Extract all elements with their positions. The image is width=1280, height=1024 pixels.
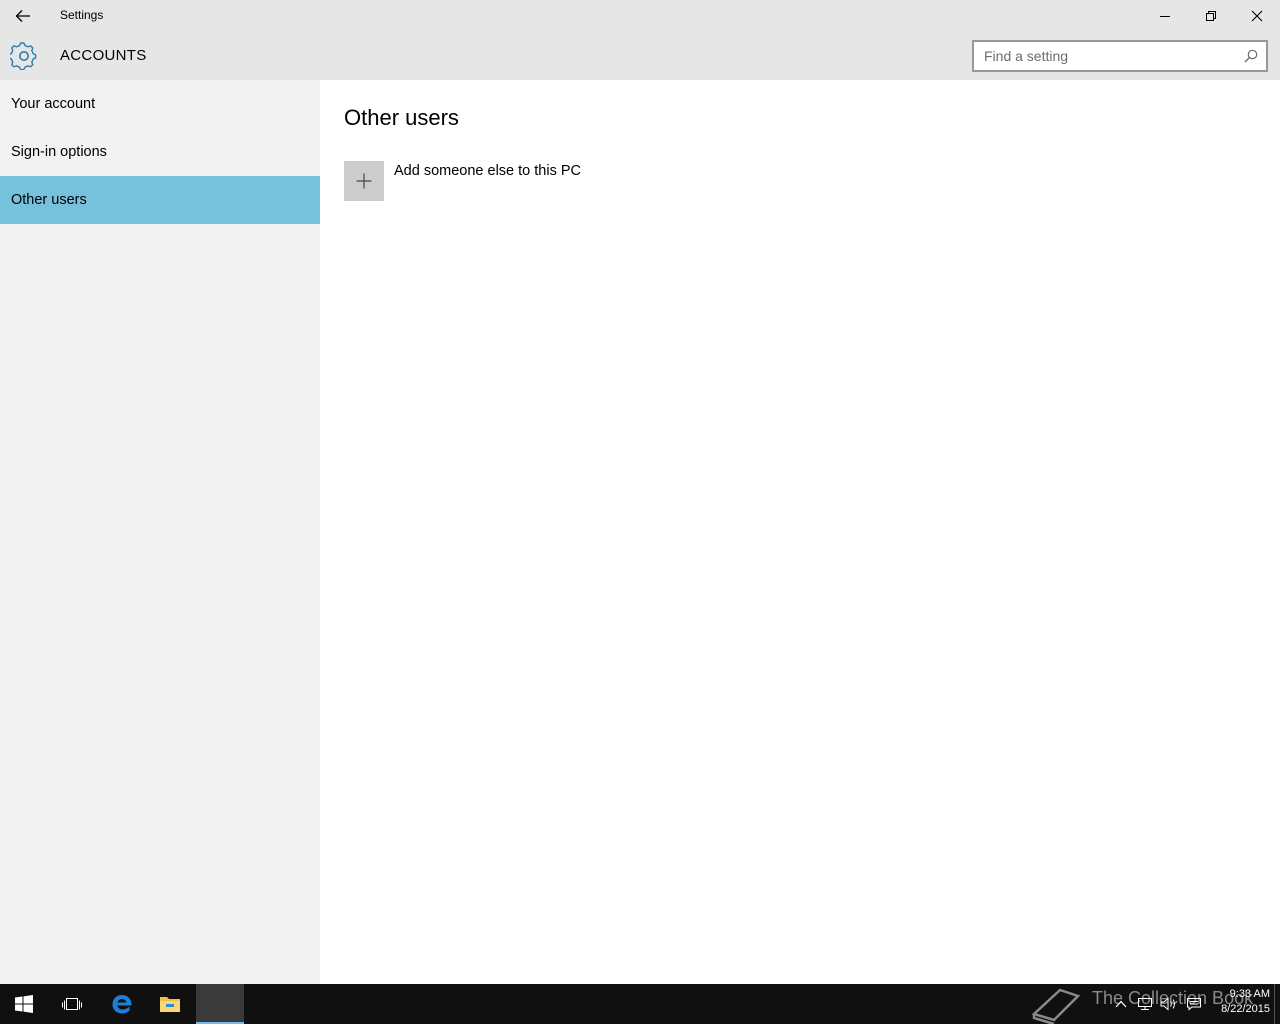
edge-icon: [112, 995, 132, 1014]
add-someone-button[interactable]: Add someone else to this PC: [344, 161, 581, 201]
chevron-up-icon: [1115, 1000, 1127, 1008]
close-icon: [1251, 10, 1263, 22]
minimize-icon: [1160, 16, 1170, 17]
volume-icon: [1160, 997, 1175, 1011]
page-title: Other users: [344, 105, 459, 130]
action-center-button[interactable]: [1182, 984, 1206, 1024]
task-view-button[interactable]: [48, 984, 96, 1024]
network-tray-button[interactable]: [1134, 984, 1156, 1024]
taskbar-clock[interactable]: 9:33 AM 8/22/2015: [1208, 987, 1270, 1017]
edge-taskbar-button[interactable]: [98, 984, 146, 1024]
sidebar-item-label: Sign-in options: [11, 144, 107, 160]
book-logo-icon: [1031, 988, 1081, 1024]
back-button[interactable]: [0, 0, 46, 32]
action-center-icon: [1187, 998, 1201, 1011]
clock-date: 8/22/2015: [1221, 1003, 1270, 1015]
search-box[interactable]: [972, 40, 1268, 72]
window-title: Settings: [60, 8, 104, 22]
add-user-label: Add someone else to this PC: [394, 163, 581, 179]
network-icon: [1138, 998, 1152, 1010]
close-button[interactable]: [1234, 0, 1280, 32]
add-user-tile[interactable]: [344, 161, 384, 201]
file-explorer-icon: [160, 997, 180, 1012]
sidebar-item-other-users[interactable]: Other users: [0, 176, 320, 224]
back-arrow-icon: [15, 10, 30, 22]
main-content: Other users Add someone else to this PC: [320, 80, 1280, 984]
title-bar: Settings: [0, 0, 1280, 32]
show-hidden-icons-button[interactable]: [1110, 984, 1132, 1024]
minimize-button[interactable]: [1142, 0, 1188, 32]
start-button[interactable]: [0, 984, 48, 1024]
sidebar-item-label: Other users: [11, 192, 87, 208]
taskbar: The Collection Book 9:33 AM 8/22/2015: [0, 984, 1280, 1024]
task-view-icon: [62, 998, 82, 1010]
restore-button[interactable]: [1188, 0, 1234, 32]
file-explorer-taskbar-button[interactable]: [146, 984, 194, 1024]
sidebar: Your account Sign-in options Other users: [0, 80, 320, 984]
show-desktop-button[interactable]: [1274, 984, 1280, 1024]
sidebar-item-label: Your account: [11, 96, 96, 112]
search-input[interactable]: [974, 42, 1234, 70]
settings-header: ACCOUNTS: [0, 32, 1280, 80]
restore-icon: [1206, 11, 1216, 21]
settings-taskbar-button[interactable]: [196, 984, 244, 1024]
windows-start-icon: [15, 995, 33, 1013]
volume-tray-button[interactable]: [1158, 984, 1180, 1024]
search-icon[interactable]: [1244, 49, 1258, 63]
section-title: ACCOUNTS: [60, 47, 147, 64]
plus-icon: [356, 173, 372, 189]
gear-icon: [10, 42, 37, 70]
clock-time: 9:33 AM: [1229, 988, 1270, 1000]
sidebar-item-sign-in-options[interactable]: Sign-in options: [0, 128, 320, 176]
sidebar-item-your-account[interactable]: Your account: [0, 80, 320, 128]
